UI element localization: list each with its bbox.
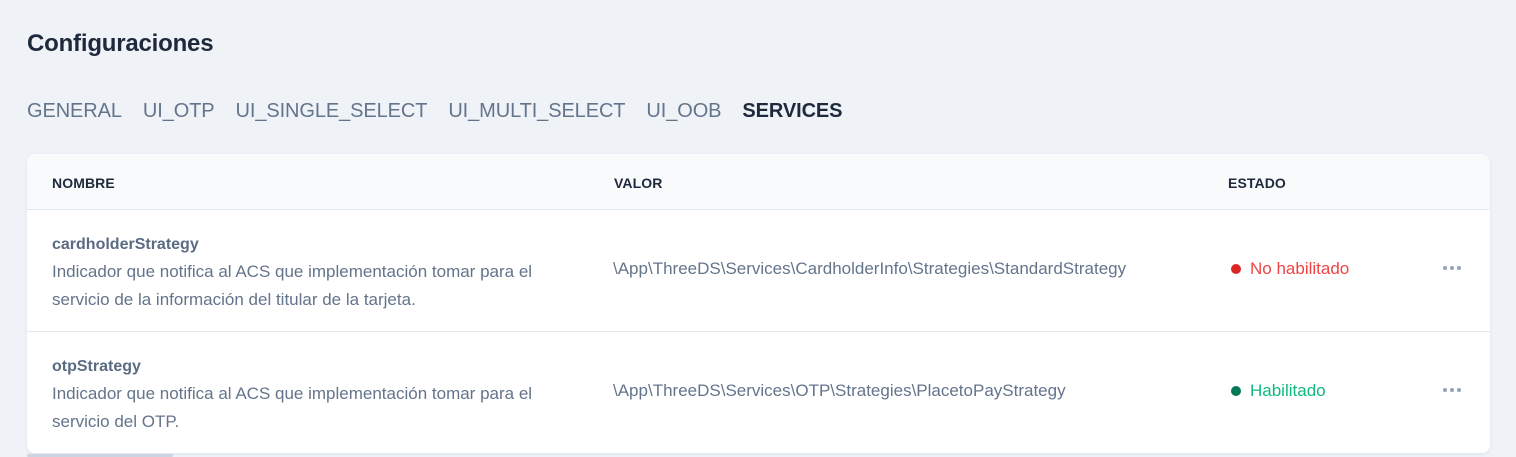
- column-header-value[interactable]: VALOR: [614, 175, 662, 191]
- config-description: Indicador que notifica al ACS que implem…: [52, 262, 533, 309]
- status-dot-icon: [1231, 264, 1241, 274]
- name-cell: otpStrategy Indicador que notifica al AC…: [52, 358, 572, 436]
- column-header-name[interactable]: NOMBRE: [52, 175, 115, 191]
- name-cell: cardholderStrategy Indicador que notific…: [52, 236, 572, 314]
- tab-ui-single-select[interactable]: UI_SINGLE_SELECT: [236, 100, 428, 123]
- more-horizontal-icon[interactable]: [1439, 258, 1465, 278]
- config-name: cardholderStrategy: [52, 236, 199, 253]
- status-badge: No habilitado: [1231, 259, 1349, 279]
- table-header: NOMBRE VALOR ESTADO: [27, 154, 1490, 210]
- status-label: No habilitado: [1250, 259, 1350, 278]
- tab-general[interactable]: GENERAL: [27, 100, 122, 123]
- more-horizontal-icon[interactable]: [1439, 380, 1465, 400]
- config-value: \App\ThreeDS\Services\OTP\Strategies\Pla…: [613, 381, 1066, 400]
- tab-services[interactable]: SERVICES: [742, 100, 842, 123]
- status-badge: Habilitado: [1231, 381, 1326, 401]
- config-value: \App\ThreeDS\Services\CardholderInfo\Str…: [613, 259, 1127, 278]
- page-title: Configuraciones: [27, 30, 214, 57]
- table-row: otpStrategy Indicador que notifica al AC…: [27, 332, 1490, 453]
- table-row: cardholderStrategy Indicador que notific…: [27, 210, 1490, 332]
- status-label: Habilitado: [1250, 381, 1326, 400]
- column-header-status[interactable]: ESTADO: [1228, 175, 1286, 191]
- config-name: otpStrategy: [52, 358, 141, 375]
- config-description: Indicador que notifica al ACS que implem…: [52, 384, 533, 431]
- tab-ui-otp[interactable]: UI_OTP: [143, 100, 215, 123]
- config-tabs: GENERAL UI_OTP UI_SINGLE_SELECT UI_MULTI…: [27, 100, 842, 123]
- status-dot-icon: [1231, 386, 1241, 396]
- tab-ui-multi-select[interactable]: UI_MULTI_SELECT: [448, 100, 625, 123]
- services-table: NOMBRE VALOR ESTADO cardholderStrategy I…: [27, 154, 1490, 453]
- tab-ui-oob[interactable]: UI_OOB: [646, 100, 721, 123]
